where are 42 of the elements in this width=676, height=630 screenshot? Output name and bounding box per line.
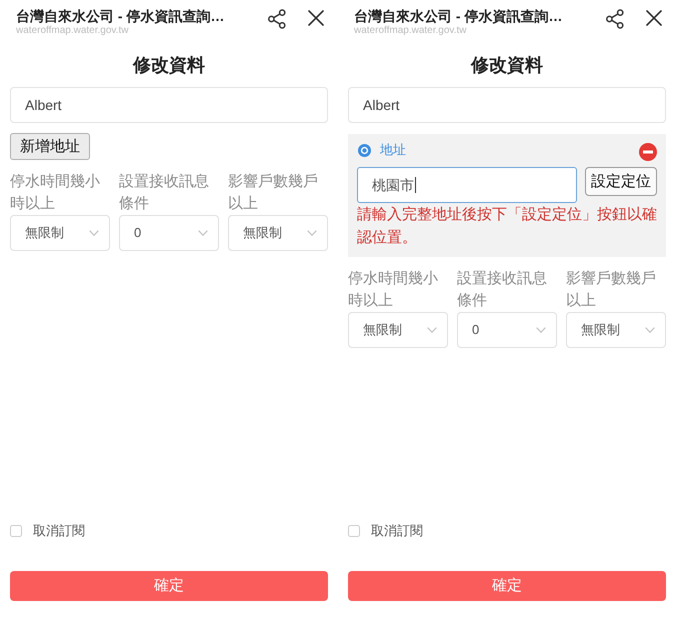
page-title: 台灣自來水公司 - 停水資訊查詢… — [16, 8, 224, 25]
filter-label: 影響戶數幾戶以上 — [566, 269, 657, 311]
checkbox-label[interactable]: 取消訂閱 — [371, 521, 423, 541]
dropdown[interactable]: 無限制 — [566, 312, 666, 348]
checkbox[interactable] — [10, 525, 22, 537]
add-address-button[interactable]: 新增地址 — [10, 133, 90, 160]
error-message: 請輸入完整地址後按下「設定定位」按鈕以確認位置。 — [357, 205, 657, 248]
filter-label: 設置接收訊息條件 — [119, 172, 210, 214]
set-location-button[interactable]: 設定定位 — [585, 167, 657, 196]
address-label: 地址 — [380, 141, 406, 159]
chevron-icon — [645, 327, 655, 333]
share-icon[interactable] — [267, 9, 287, 29]
filter-label: 停水時間幾小時以上 — [10, 172, 101, 214]
radio-button[interactable] — [358, 144, 371, 156]
dropdown[interactable]: 無限制 — [348, 312, 448, 348]
dropdown[interactable]: 0 — [119, 215, 219, 251]
dropdown[interactable]: 無限制 — [10, 215, 110, 251]
page-title: 台灣自來水公司 - 停水資訊查詢… — [354, 8, 562, 25]
page-url: wateroffmap.water.gov.tw — [354, 25, 466, 37]
close-icon[interactable] — [646, 10, 662, 26]
filter-label: 設置接收訊息條件 — [457, 269, 548, 311]
address-input[interactable]: 桃園市 — [357, 167, 577, 203]
share-icon[interactable] — [605, 9, 625, 29]
filter-label: 影響戶數幾戶以上 — [228, 172, 319, 214]
chevron-icon — [89, 230, 99, 236]
checkbox[interactable] — [348, 525, 360, 537]
chevron-icon — [427, 327, 437, 333]
name-input[interactable]: Albert — [348, 87, 666, 123]
dropdown[interactable]: 無限制 — [228, 215, 328, 251]
filter-label: 停水時間幾小時以上 — [348, 269, 439, 311]
chevron-icon — [536, 327, 546, 333]
dropdown[interactable]: 0 — [457, 312, 557, 348]
chevron-icon — [307, 230, 317, 236]
name-input[interactable]: Albert — [10, 87, 328, 123]
page-heading: 修改資料 — [471, 54, 543, 77]
page-heading: 修改資料 — [133, 54, 205, 77]
checkbox-label[interactable]: 取消訂閱 — [33, 521, 85, 541]
text-cursor-icon — [415, 177, 416, 193]
chevron-icon — [198, 230, 208, 236]
close-icon[interactable] — [308, 10, 324, 26]
page-url: wateroffmap.water.gov.tw — [16, 25, 128, 37]
remove-icon[interactable] — [639, 143, 657, 161]
